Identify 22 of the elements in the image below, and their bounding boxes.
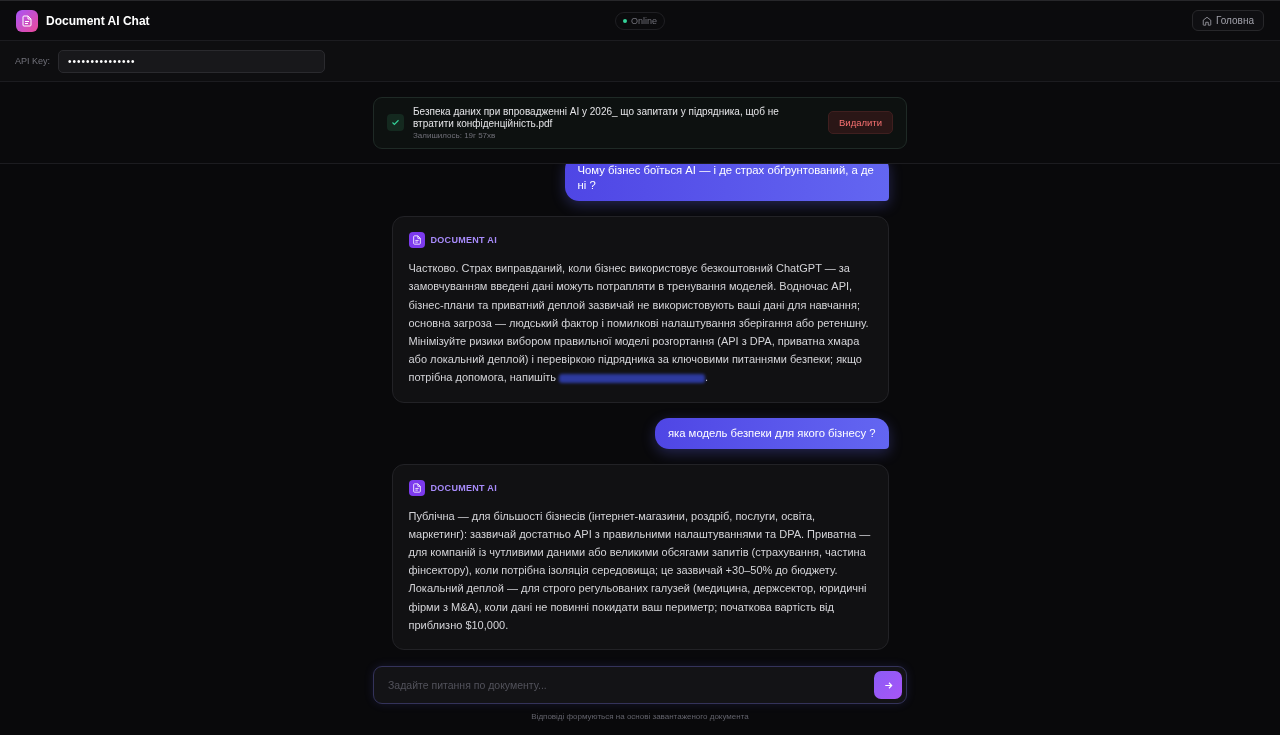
question-input[interactable]: Задайте питання по документу... [373, 666, 907, 704]
file-name: Безпека даних при впровадженні AI у 2026_ що запитати у підрядника, щоб не втратити конфіденційність.pdf [413, 105, 780, 130]
app-title: Document AI Chat [46, 13, 150, 28]
assistant-answer: Частково. Страх виправданий, коли бізнес використовує безкоштовний ChatGPT — за замовчуванням введені дані можуть потрапляти в тренування моделей. Водночас API, бізнес-плани та приватний деплой зазвичай не використовують ваші дані для навчання; основна загроза — людський фактор і помилкові налаштування зберігання або ретеншну. Мінімізуйте ризики вибором правильної моделі розгортання (API з DPA, приватна хмара або локальний деплой) і перевіркою підрядника за ключовими питаннями безпеки; якщо потрібна допомога, напишіть . [408, 261, 870, 386]
api-key-field[interactable]: ••••••••••••••• [58, 49, 325, 73]
delete-button[interactable]: Видалити [828, 111, 893, 134]
footnote: Відповіді формуються на основі завантаженого документа [531, 712, 749, 721]
question-field[interactable]: Задайте питання по документу... [386, 678, 874, 692]
home-icon [1202, 15, 1212, 26]
arrow-icon [882, 679, 894, 691]
api-key-label: API Key: [15, 56, 50, 66]
document-icon [21, 14, 33, 27]
assistant-name: DOCUMENT AI [430, 235, 497, 246]
time-remaining: Залишилось: 19г 57хв [413, 130, 497, 140]
user-message: яка модель безпеки для якого бізнесу ? [654, 417, 889, 449]
status-dot [623, 18, 627, 23]
check-icon [391, 118, 400, 127]
user-message: Чому бізнес боїться AI — і де страх обґрунтований, а де ні ? [564, 164, 889, 202]
assistant-name: DOCUMENT AI [430, 482, 497, 493]
assistant-answer: Публічна — для більшості бізнесів (інтернет-магазини, роздріб, послуги, освіта, маркетинг): зазвичай достатньо API з правильними налаштуваннями та DPA. Приватна — для компаній із чутливими даними або великими обсягами запитів (страхування, частина фінсектору), коли потрібна ізоляція середовища; це зазвичай +30–50% до бюджету. Локальний деплой — для строго регульованих галузей (медицина, держсектор, юридичні фірми з M&A), коли дані не повинні покидати ваш периметр; початкова вартість від приблизно $10,000. [408, 508, 872, 633]
home-button[interactable]: Головна [1192, 10, 1264, 31]
send-button[interactable] [874, 671, 902, 699]
